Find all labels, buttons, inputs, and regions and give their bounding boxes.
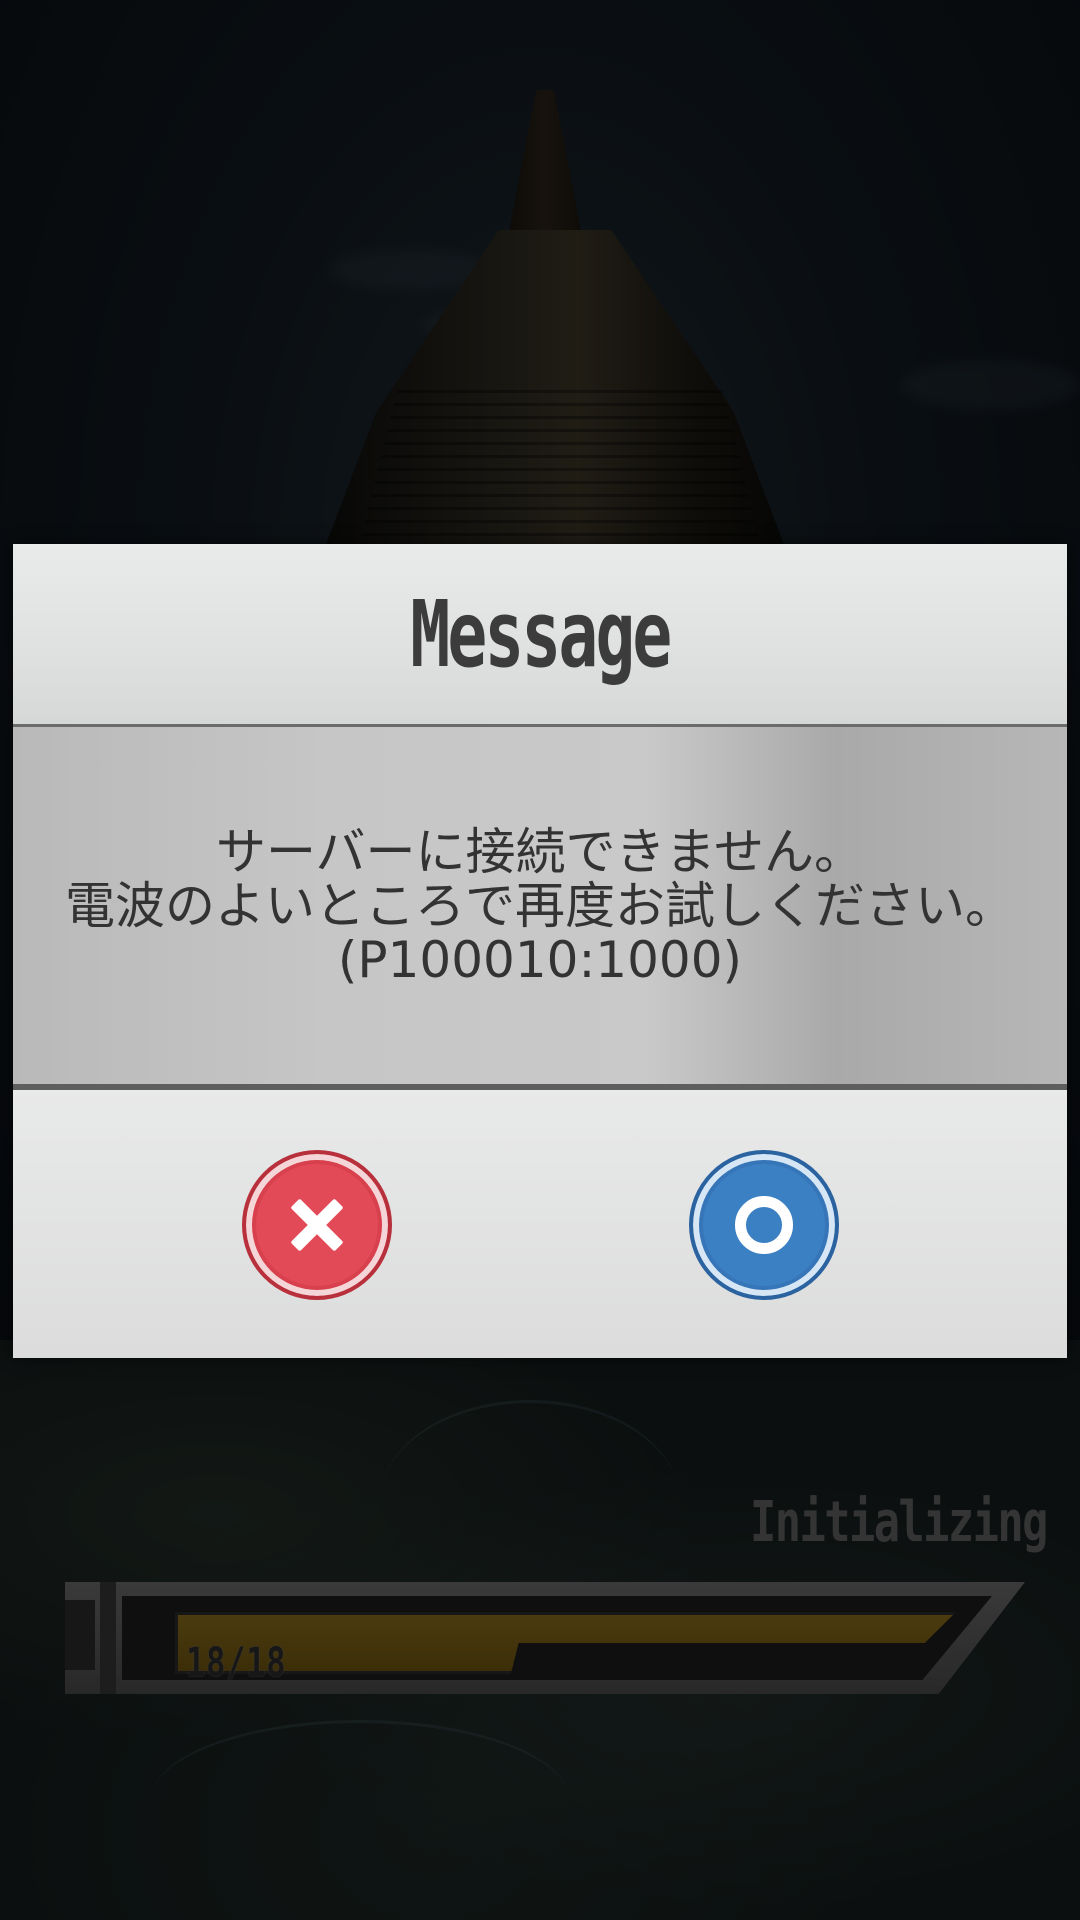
- message-line: 電波のよいところで再度お試しください。: [65, 876, 1015, 935]
- dialog-actions: [13, 1090, 1067, 1358]
- dialog-message: サーバーに接続できません。 電波のよいところで再度お試しください。 (P1000…: [13, 727, 1067, 1090]
- dialog-title: Message: [410, 580, 672, 688]
- message-dialog: Message サーバーに接続できません。 電波のよいところで再度お試しください…: [13, 544, 1067, 1358]
- cancel-button[interactable]: [242, 1150, 392, 1300]
- dialog-header: Message: [13, 544, 1067, 727]
- confirm-circle-icon: [735, 1196, 793, 1254]
- message-line: サーバーに接続できません。: [216, 822, 864, 881]
- error-code: (P100010:1000): [337, 930, 743, 989]
- ok-button[interactable]: [689, 1150, 839, 1300]
- close-x-icon: [287, 1195, 347, 1255]
